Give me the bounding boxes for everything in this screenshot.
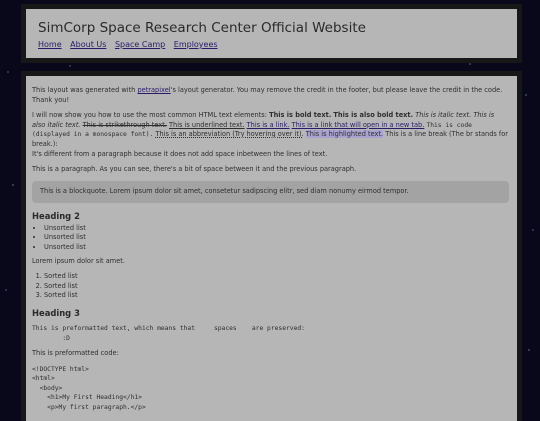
nav-link-space-camp[interactable]: Space Camp xyxy=(115,40,165,49)
intro-text: This layout was generated with xyxy=(32,86,138,94)
nav-link-employees[interactable]: Employees xyxy=(174,40,218,49)
header-frame: SimCorp Space Research Center Official W… xyxy=(21,4,522,63)
unsorted-list: Unsorted list Unsorted list Unsorted lis… xyxy=(32,224,509,253)
list-item: Unsorted list xyxy=(44,243,509,253)
bold-text-2: This is also bold text. xyxy=(333,111,414,120)
petrapixel-link[interactable]: petrapixel xyxy=(137,86,170,94)
strikethrough-text: This is strikethrough text. xyxy=(82,120,167,129)
code-block: <!DOCTYPE html> <html> <body> <h1>My Fir… xyxy=(32,365,146,412)
list-item: Unsorted list xyxy=(44,233,509,243)
underlined-text: This is underlined text. xyxy=(169,120,245,129)
elements-intro-text: I will now show you how to use the most … xyxy=(32,111,270,120)
list-item: Sorted list xyxy=(44,282,509,292)
new-tab-link[interactable]: This is a link that will open in a new t… xyxy=(292,121,425,129)
highlighted-text: This is highlighted text. xyxy=(305,130,384,139)
main-frame: This layout was generated with petrapixe… xyxy=(21,71,522,421)
example-link[interactable]: This is a link. xyxy=(247,121,290,129)
sorted-list: Sorted list Sorted list Sorted list xyxy=(32,272,509,301)
lorem-paragraph: Lorem ipsum dolor sit amet. xyxy=(32,256,125,265)
paragraph-example: This is a paragraph. As you can see, the… xyxy=(32,165,357,174)
preformatted-code-label: This is preformatted code: xyxy=(32,349,119,358)
heading-3: Heading 3 xyxy=(32,307,80,318)
heading-2: Heading 2 xyxy=(32,210,80,221)
italic-text: This is italic text. xyxy=(415,111,472,120)
nav-link-home[interactable]: Home xyxy=(38,40,62,49)
abbreviation-text: This is an abbreviation (Try hovering ov… xyxy=(155,130,304,139)
nav-link-about-us[interactable]: About Us xyxy=(70,40,106,49)
list-item: Sorted list xyxy=(44,272,509,282)
intro-paragraph: This layout was generated with petrapixe… xyxy=(32,86,509,105)
line-break-after-text: It's different from a paragraph because … xyxy=(32,149,328,158)
blockquote: This is a blockquote. Lorem ipsum dolor … xyxy=(32,180,509,203)
header-panel: SimCorp Space Research Center Official W… xyxy=(26,9,517,58)
main-nav: Home About Us Space Camp Employees xyxy=(38,40,517,50)
main-content: This layout was generated with petrapixe… xyxy=(26,76,517,421)
list-item: Unsorted list xyxy=(44,224,509,234)
site-title: SimCorp Space Research Center Official W… xyxy=(38,20,366,36)
preformatted-text: This is preformatted text, which means t… xyxy=(32,324,305,342)
elements-paragraph: I will now show you how to use the most … xyxy=(32,111,509,159)
bold-text: This is bold text. xyxy=(269,111,332,120)
list-item: Sorted list xyxy=(44,291,509,301)
